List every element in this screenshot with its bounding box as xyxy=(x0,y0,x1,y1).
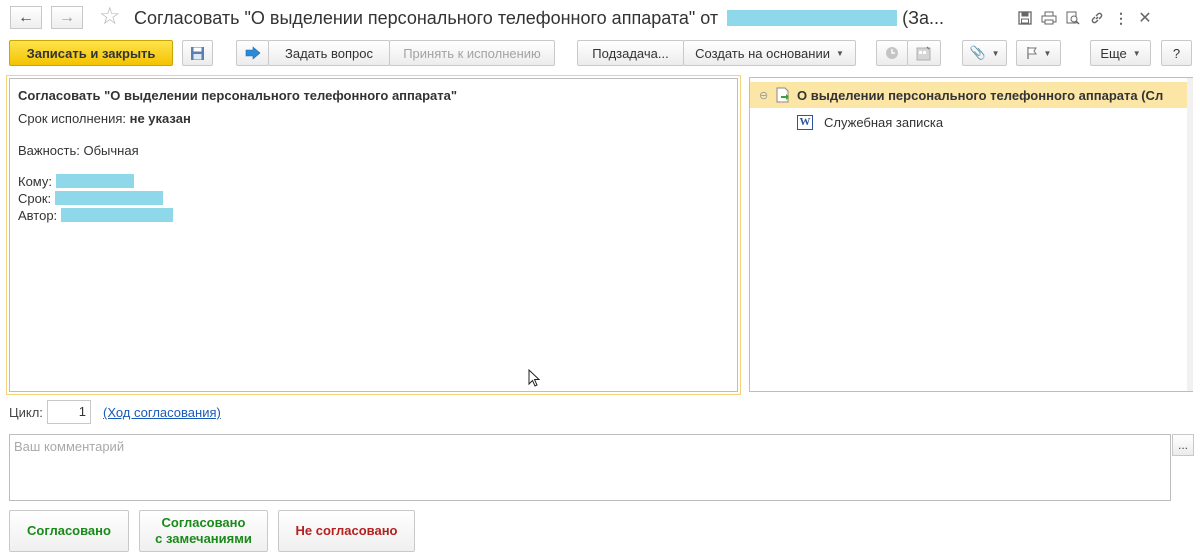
title-actions: ⋮ ✕ xyxy=(1013,8,1157,28)
approval-progress-link[interactable]: (Ход согласования) xyxy=(103,405,221,420)
due-label: Срок: xyxy=(18,191,52,206)
author-row: Автор: xyxy=(18,208,173,223)
to-label: Кому: xyxy=(18,174,52,189)
subtask-button[interactable]: Подзадача... xyxy=(577,40,684,66)
task-heading: Согласовать "О выделении персонального т… xyxy=(18,88,458,103)
collapse-icon[interactable]: ⊖ xyxy=(759,89,771,102)
more-label: Еще xyxy=(1100,45,1127,61)
arrow-right-icon: → xyxy=(59,8,75,26)
clock-icon xyxy=(886,47,898,59)
word-document-icon: W xyxy=(797,114,813,130)
redacted-due-date xyxy=(54,191,163,205)
tree-item-memo[interactable]: W Служебная записка xyxy=(750,109,1192,135)
save-and-close-button[interactable]: Записать и закрыть xyxy=(9,40,173,66)
comment-expand-button[interactable]: ... xyxy=(1172,434,1194,456)
deadline-label: Срок исполнения: xyxy=(18,111,126,126)
back-button[interactable]: ← xyxy=(10,6,42,29)
history-button[interactable] xyxy=(876,40,908,66)
approved-button[interactable]: Согласовано xyxy=(9,510,129,552)
to-row: Кому: xyxy=(18,174,134,189)
menu-icon[interactable]: ⋮ xyxy=(1109,8,1133,28)
author-label: Автор: xyxy=(18,208,58,223)
chevron-down-icon: ▼ xyxy=(1043,48,1052,58)
accept-for-execution-button[interactable]: Принять к исполнению xyxy=(389,40,555,66)
redacted-recipient xyxy=(55,174,134,188)
attachments-button[interactable]: 📎 ▼ xyxy=(962,40,1007,66)
tree-child-label: Служебная записка xyxy=(824,114,944,130)
cycle-input[interactable]: 1 xyxy=(47,400,91,424)
forward-button[interactable]: → xyxy=(51,6,83,29)
approved-remarks-line2: с замечаниями xyxy=(155,531,252,546)
favorite-star-icon[interactable]: ☆ xyxy=(99,4,121,30)
forward-task-button[interactable] xyxy=(236,40,269,66)
deadline-row: Срок исполнения: не указан xyxy=(18,111,191,126)
approved-label: Согласовано xyxy=(27,523,111,538)
window-title: Согласовать "О выделении персонального т… xyxy=(134,8,945,28)
importance-row: Важность: Обычная xyxy=(18,143,139,158)
deadline-value: не указан xyxy=(129,111,191,126)
paperclip-icon: 📎 xyxy=(969,45,986,60)
chevron-down-icon: ▼ xyxy=(1132,48,1141,58)
not-approved-button[interactable]: Не согласовано xyxy=(278,510,415,552)
calendar-icon xyxy=(916,46,931,60)
redacted-date xyxy=(727,10,898,26)
comment-field[interactable]: Ваш комментарий xyxy=(9,434,1171,501)
chevron-down-icon: ▼ xyxy=(991,48,1000,58)
help-button[interactable]: ? xyxy=(1161,40,1192,66)
tree-item-root[interactable]: ⊖ О выделении персонального телефонного … xyxy=(750,82,1192,108)
close-icon[interactable]: ✕ xyxy=(1133,8,1157,28)
create-based-on-label: Создать на основании xyxy=(695,45,830,61)
approved-with-remarks-button[interactable]: Согласовано с замечаниями xyxy=(139,510,268,552)
importance-value: Обычная xyxy=(83,143,139,158)
link-icon[interactable] xyxy=(1085,8,1109,28)
attachments-tree[interactable]: ⊖ О выделении персонального телефонного … xyxy=(749,77,1193,392)
ask-question-button[interactable]: Задать вопрос xyxy=(268,40,390,66)
save-icon[interactable] xyxy=(1013,8,1037,28)
arrow-left-icon: ← xyxy=(18,8,34,26)
due-row: Срок: xyxy=(18,191,163,206)
print-icon[interactable] xyxy=(1037,8,1061,28)
task-description-panel[interactable]: Согласовать "О выделении персонального т… xyxy=(6,75,741,395)
document-icon xyxy=(776,87,789,103)
cycle-label: Цикл: xyxy=(9,405,43,420)
tree-root-label: О выделении персонального телефонного ап… xyxy=(797,87,1164,103)
search-icon[interactable] xyxy=(1061,8,1085,28)
flag-button[interactable]: ▼ xyxy=(1016,40,1061,66)
redacted-author xyxy=(60,208,173,222)
floppy-disk-icon xyxy=(191,46,204,60)
importance-label: Важность: xyxy=(18,143,80,158)
flag-icon xyxy=(1026,47,1037,59)
mouse-cursor-icon xyxy=(528,369,541,387)
save-button[interactable] xyxy=(182,40,213,66)
chevron-down-icon: ▼ xyxy=(835,48,844,58)
calendar-button[interactable] xyxy=(907,40,941,66)
approved-remarks-line1: Согласовано xyxy=(161,515,246,530)
create-based-on-button[interactable]: Создать на основании ▼ xyxy=(683,40,856,66)
not-approved-label: Не согласовано xyxy=(295,523,398,538)
tree-scrollbar[interactable] xyxy=(1187,78,1193,391)
blue-arrow-icon xyxy=(245,46,260,60)
more-button[interactable]: Еще ▼ xyxy=(1090,40,1151,66)
